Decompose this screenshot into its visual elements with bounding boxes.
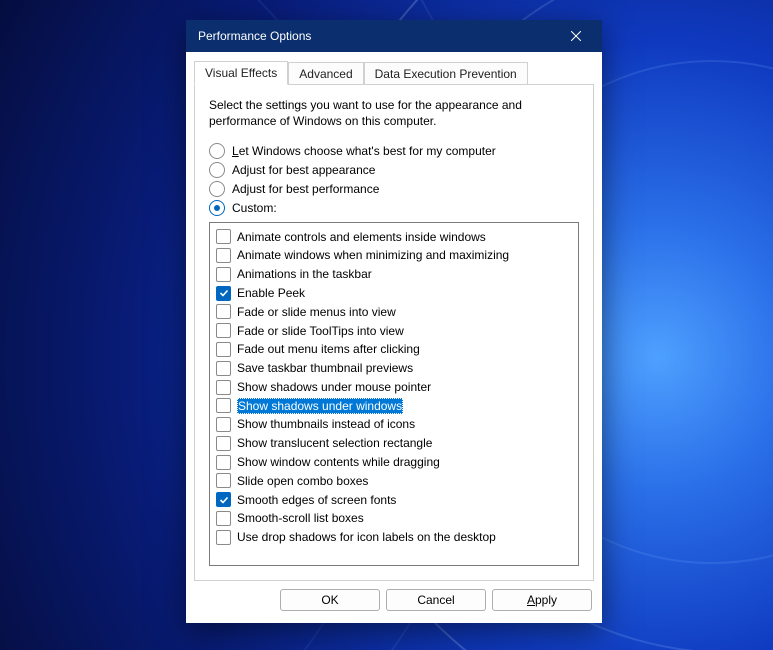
description-text: Select the settings you want to use for … [209,97,579,129]
tabstrip: Visual Effects Advanced Data Execution Pre… [186,52,602,84]
visual-effect-option[interactable]: Fade or slide ToolTips into view [214,321,574,340]
radio-label: Adjust for best appearance [232,163,375,177]
option-label: Animations in the taskbar [237,266,372,282]
checkbox-icon [216,229,231,244]
option-label: Fade out menu items after clicking [237,341,420,357]
visual-effect-option[interactable]: Show thumbnails instead of icons [214,415,574,434]
checkbox-icon [216,455,231,470]
option-label: Use drop shadows for icon labels on the … [237,529,496,545]
checkbox-icon [216,492,231,507]
option-label: Smooth-scroll list boxes [237,510,364,526]
checkbox-icon [216,380,231,395]
visual-effect-option[interactable]: Enable Peek [214,284,574,303]
option-label: Smooth edges of screen fonts [237,492,396,508]
checkbox-icon [216,511,231,526]
titlebar[interactable]: Performance Options [186,20,602,52]
tab-advanced[interactable]: Advanced [288,62,363,85]
performance-options-dialog: Performance Options Visual Effects Advanc… [186,20,602,623]
option-label: Show shadows under mouse pointer [237,379,431,395]
ok-button[interactable]: OK [280,589,380,611]
radio-option[interactable]: Let Windows choose what's best for my co… [209,143,579,159]
checkbox-icon [216,286,231,301]
checkbox-icon [216,342,231,357]
visual-effects-panel: Select the settings you want to use for … [194,84,594,581]
tab-label: Visual Effects [205,66,277,80]
visual-effect-option[interactable]: Animations in the taskbar [214,265,574,284]
close-icon [571,31,581,41]
radio-label: Adjust for best performance [232,182,379,196]
radio-option[interactable]: Adjust for best performance [209,181,579,197]
radio-option[interactable]: Custom: [209,200,579,216]
visual-effect-option[interactable]: Show window contents while dragging [214,453,574,472]
visual-effects-listbox[interactable]: Animate controls and elements inside win… [209,222,579,566]
visual-effect-option[interactable]: Use drop shadows for icon labels on the … [214,528,574,547]
checkbox-icon [216,417,231,432]
desktop-background: Performance Options Visual Effects Advanc… [0,0,773,650]
visual-effect-option[interactable]: Smooth edges of screen fonts [214,490,574,509]
window-title: Performance Options [198,29,554,43]
checkbox-icon [216,267,231,282]
option-label: Show window contents while dragging [237,454,440,470]
checkbox-icon [216,530,231,545]
tab-label: Advanced [299,67,352,81]
visual-effect-option[interactable]: Save taskbar thumbnail previews [214,359,574,378]
option-label: Fade or slide ToolTips into view [237,323,404,339]
option-label: Fade or slide menus into view [237,304,396,320]
visual-effect-option[interactable]: Show shadows under mouse pointer [214,378,574,397]
radio-icon [209,181,225,197]
radio-group: Let Windows choose what's best for my co… [209,143,579,216]
radio-label: Custom: [232,201,277,215]
close-button[interactable] [554,21,598,51]
option-label: Animate controls and elements inside win… [237,229,486,245]
tab-data-execution-prevention[interactable]: Data Execution Prevention [364,62,528,85]
radio-icon [209,162,225,178]
dialog-button-row: OK Cancel Apply [186,589,602,623]
option-label: Show translucent selection rectangle [237,435,432,451]
radio-icon [209,143,225,159]
apply-button[interactable]: Apply [492,589,592,611]
option-label: Save taskbar thumbnail previews [237,360,413,376]
tab-label: Data Execution Prevention [375,67,517,81]
visual-effect-option[interactable]: Fade out menu items after clicking [214,340,574,359]
option-label: Show thumbnails instead of icons [237,416,415,432]
option-label: Enable Peek [237,285,305,301]
radio-option[interactable]: Adjust for best appearance [209,162,579,178]
visual-effect-option[interactable]: Slide open combo boxes [214,472,574,491]
visual-effect-option[interactable]: Animate windows when minimizing and maxi… [214,246,574,265]
checkbox-icon [216,361,231,376]
checkbox-icon [216,304,231,319]
checkbox-icon [216,323,231,338]
radio-label: Let Windows choose what's best for my co… [232,144,496,158]
visual-effect-option[interactable]: Show shadows under windows [214,396,574,415]
visual-effect-option[interactable]: Fade or slide menus into view [214,303,574,322]
checkbox-icon [216,436,231,451]
checkbox-icon [216,473,231,488]
option-label: Slide open combo boxes [237,473,368,489]
cancel-button[interactable]: Cancel [386,589,486,611]
tab-visual-effects[interactable]: Visual Effects [194,61,288,85]
visual-effect-option[interactable]: Show translucent selection rectangle [214,434,574,453]
option-label: Show shadows under windows [237,398,403,414]
visual-effect-option[interactable]: Animate controls and elements inside win… [214,227,574,246]
option-label: Animate windows when minimizing and maxi… [237,247,509,263]
checkbox-icon [216,248,231,263]
radio-icon [209,200,225,216]
visual-effect-option[interactable]: Smooth-scroll list boxes [214,509,574,528]
checkbox-icon [216,398,231,413]
